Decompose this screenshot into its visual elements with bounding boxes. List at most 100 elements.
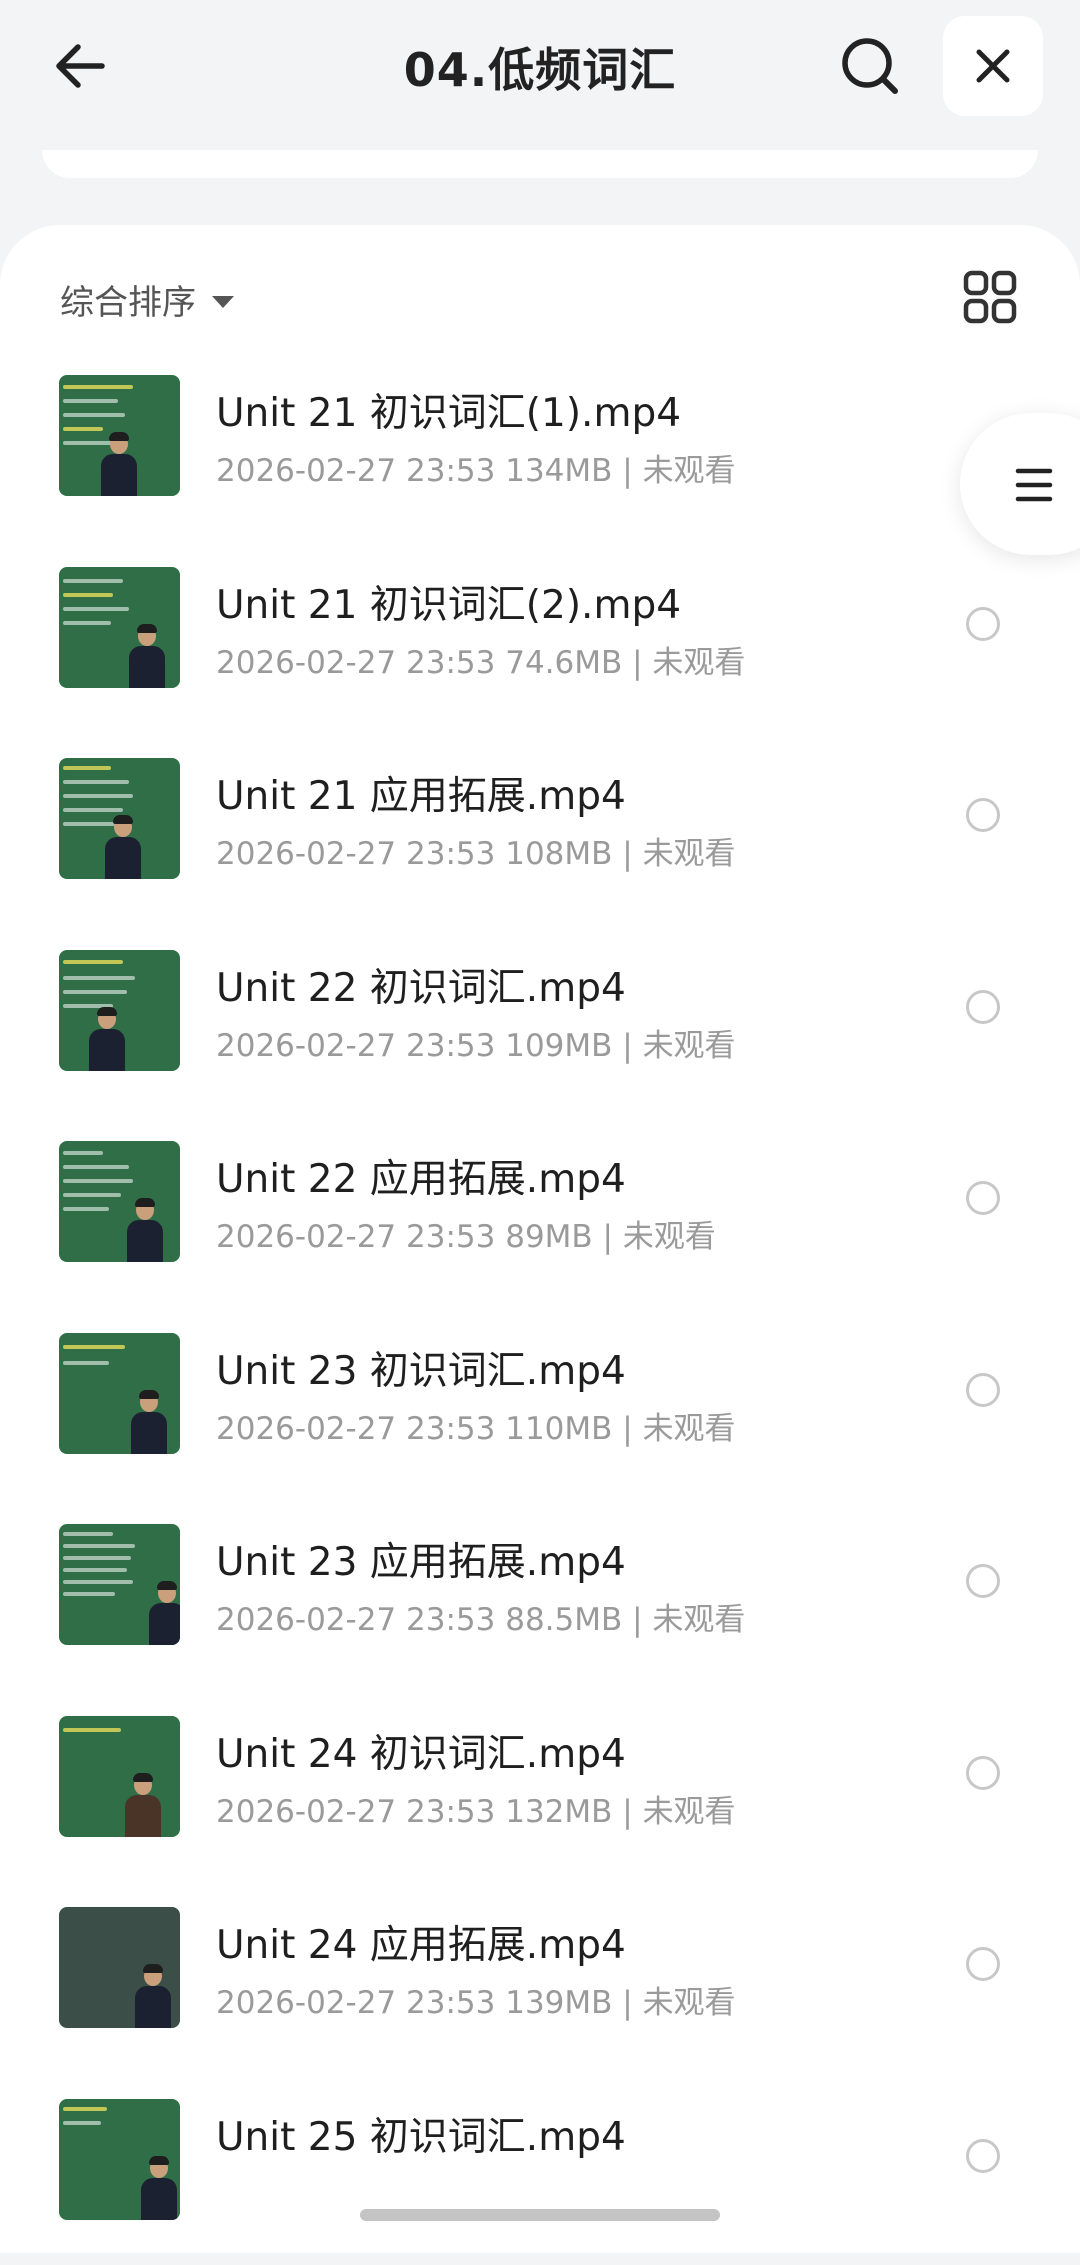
watch-status: 未观看 [643,836,736,872]
slide-text [63,766,111,770]
select-radio[interactable] [966,1373,1000,1407]
file-date: 2026-02-27 23:53 [216,836,495,872]
file-size: 132MB [505,1794,612,1830]
video-thumbnail [59,1333,180,1454]
file-name: Unit 21 应用拓展.mp4 [216,765,626,821]
slide-text [63,1544,135,1548]
video-file-list: Unit 21 初识词汇(1).mp4 2026-02-27 23:53 134M… [0,350,1080,2265]
meta-separator: | [622,645,652,681]
lecturer-figure [147,1583,180,1645]
video-thumbnail [59,1907,180,2028]
file-name: Unit 21 初识词汇(2).mp4 [216,574,681,630]
watch-status: 未观看 [652,1602,745,1638]
file-date: 2026-02-27 23:53 [216,1794,495,1830]
select-radio[interactable] [966,1756,1000,1790]
file-date: 2026-02-27 23:53 [216,1219,495,1255]
list-item[interactable]: Unit 21 初识词汇(1).mp4 2026-02-27 23:53 134M… [0,350,1080,542]
file-list-panel: 综合排序 Unit 21 初识词汇(1).mp4 2026-02-27 23:53… [0,225,1080,2253]
lecturer-figure [133,1966,173,2028]
lecturer-figure [103,817,143,879]
list-item[interactable]: Unit 23 初识词汇.mp4 2026-02-27 23:53 110MB |… [0,1308,1080,1500]
watch-status: 未观看 [643,453,736,489]
meta-separator: | [612,836,642,872]
file-size: 134MB [505,453,612,489]
file-meta: 2026-02-27 23:53 109MB | 未观看 [216,1020,736,1065]
sort-dropdown[interactable]: 综合排序 [60,275,234,324]
list-item[interactable]: Unit 25 初识词汇.mp4 [0,2074,1080,2265]
lecturer-figure [87,1009,127,1071]
close-button[interactable] [943,16,1043,116]
lecturer-figure [125,1200,165,1262]
slide-text [63,385,133,389]
watch-status: 未观看 [652,645,745,681]
video-thumbnail [59,1141,180,1262]
watch-status: 未观看 [643,1028,736,1064]
file-date: 2026-02-27 23:53 [216,1028,495,1064]
file-size: 109MB [505,1028,612,1064]
list-item[interactable]: Unit 24 初识词汇.mp4 2026-02-27 23:53 132MB |… [0,1691,1080,1883]
file-name: Unit 24 初识词汇.mp4 [216,1723,626,1779]
file-meta: 2026-02-27 23:53 134MB | 未观看 [216,445,736,490]
slide-text [63,1151,103,1155]
grid-view-button[interactable] [960,267,1020,327]
list-item[interactable]: Unit 22 应用拓展.mp42026-02-27 23:53 89MB | … [0,1116,1080,1308]
list-item[interactable]: Unit 24 应用拓展.mp42026-02-27 23:53 139MB |… [0,1882,1080,2074]
list-item[interactable]: Unit 21 应用拓展.mp4 2026-02-27 23:53 108MB |… [0,733,1080,925]
collapsed-card-edge [42,150,1038,178]
slide-text [63,1592,115,1596]
slide-text [63,1580,133,1584]
file-size: 110MB [505,1411,612,1447]
select-radio[interactable] [966,798,1000,832]
slide-text [63,1556,131,1560]
home-indicator[interactable] [360,2209,720,2221]
file-name: Unit 21 初识词汇(1).mp4 [216,382,681,438]
slide-text [63,794,133,798]
slide-text [63,808,123,812]
slide-text [63,1207,109,1211]
meta-separator: | [612,1985,642,2021]
sort-label: 综合排序 [60,275,196,324]
file-date: 2026-02-27 23:53 [216,1411,495,1447]
file-meta: 2026-02-27 23:53 139MB | 未观看 [216,1977,736,2022]
slide-text [63,1532,113,1536]
video-thumbnail [59,1524,180,1645]
select-radio[interactable] [966,1564,1000,1598]
slide-text [63,1193,121,1197]
select-radio[interactable] [966,990,1000,1024]
file-meta: 2026-02-27 23:53 108MB | 未观看 [216,828,736,873]
list-item[interactable]: Unit 21 初识词汇(2).mp4 2026-02-27 23:53 74.6… [0,542,1080,734]
select-radio[interactable] [966,2139,1000,2173]
watch-status: 未观看 [623,1219,716,1255]
list-item[interactable]: Unit 22 初识词汇.mp42026-02-27 23:53 109MB |… [0,925,1080,1117]
file-size: 139MB [505,1985,612,2021]
select-radio[interactable] [966,1947,1000,1981]
slide-text [63,1179,133,1183]
file-meta: 2026-02-27 23:53 89MB | 未观看 [216,1211,716,1256]
file-size: 88.5MB [505,1602,622,1638]
video-thumbnail [59,950,180,1071]
search-button[interactable] [830,26,910,106]
meta-separator: | [612,1411,642,1447]
file-name: Unit 23 初识词汇.mp4 [216,1340,626,1396]
watch-status: 未观看 [643,1985,736,2021]
select-radio[interactable] [966,607,1000,641]
lecturer-figure [139,2158,179,2220]
file-meta: 2026-02-27 23:53 74.6MB | 未观看 [216,637,745,682]
slide-text [63,579,123,583]
file-size: 74.6MB [505,645,622,681]
lecturer-figure [129,1392,169,1454]
lecturer-figure [99,434,139,496]
slide-text [63,1165,129,1169]
video-thumbnail [59,1716,180,1837]
slide-text [63,1345,125,1349]
close-icon [973,46,1013,86]
list-item[interactable]: Unit 23 应用拓展.mp42026-02-27 23:53 88.5MB … [0,1499,1080,1691]
file-date: 2026-02-27 23:53 [216,645,495,681]
select-radio[interactable] [966,1181,1000,1215]
page-title: 04.低频词汇 [0,34,1080,100]
video-thumbnail [59,2099,180,2220]
file-meta: 2026-02-27 23:53 110MB | 未观看 [216,1403,736,1448]
list-menu-icon [1014,465,1054,505]
file-meta: 2026-02-27 23:53 132MB | 未观看 [216,1786,736,1831]
top-bar: 04.低频词汇 [0,0,1080,140]
